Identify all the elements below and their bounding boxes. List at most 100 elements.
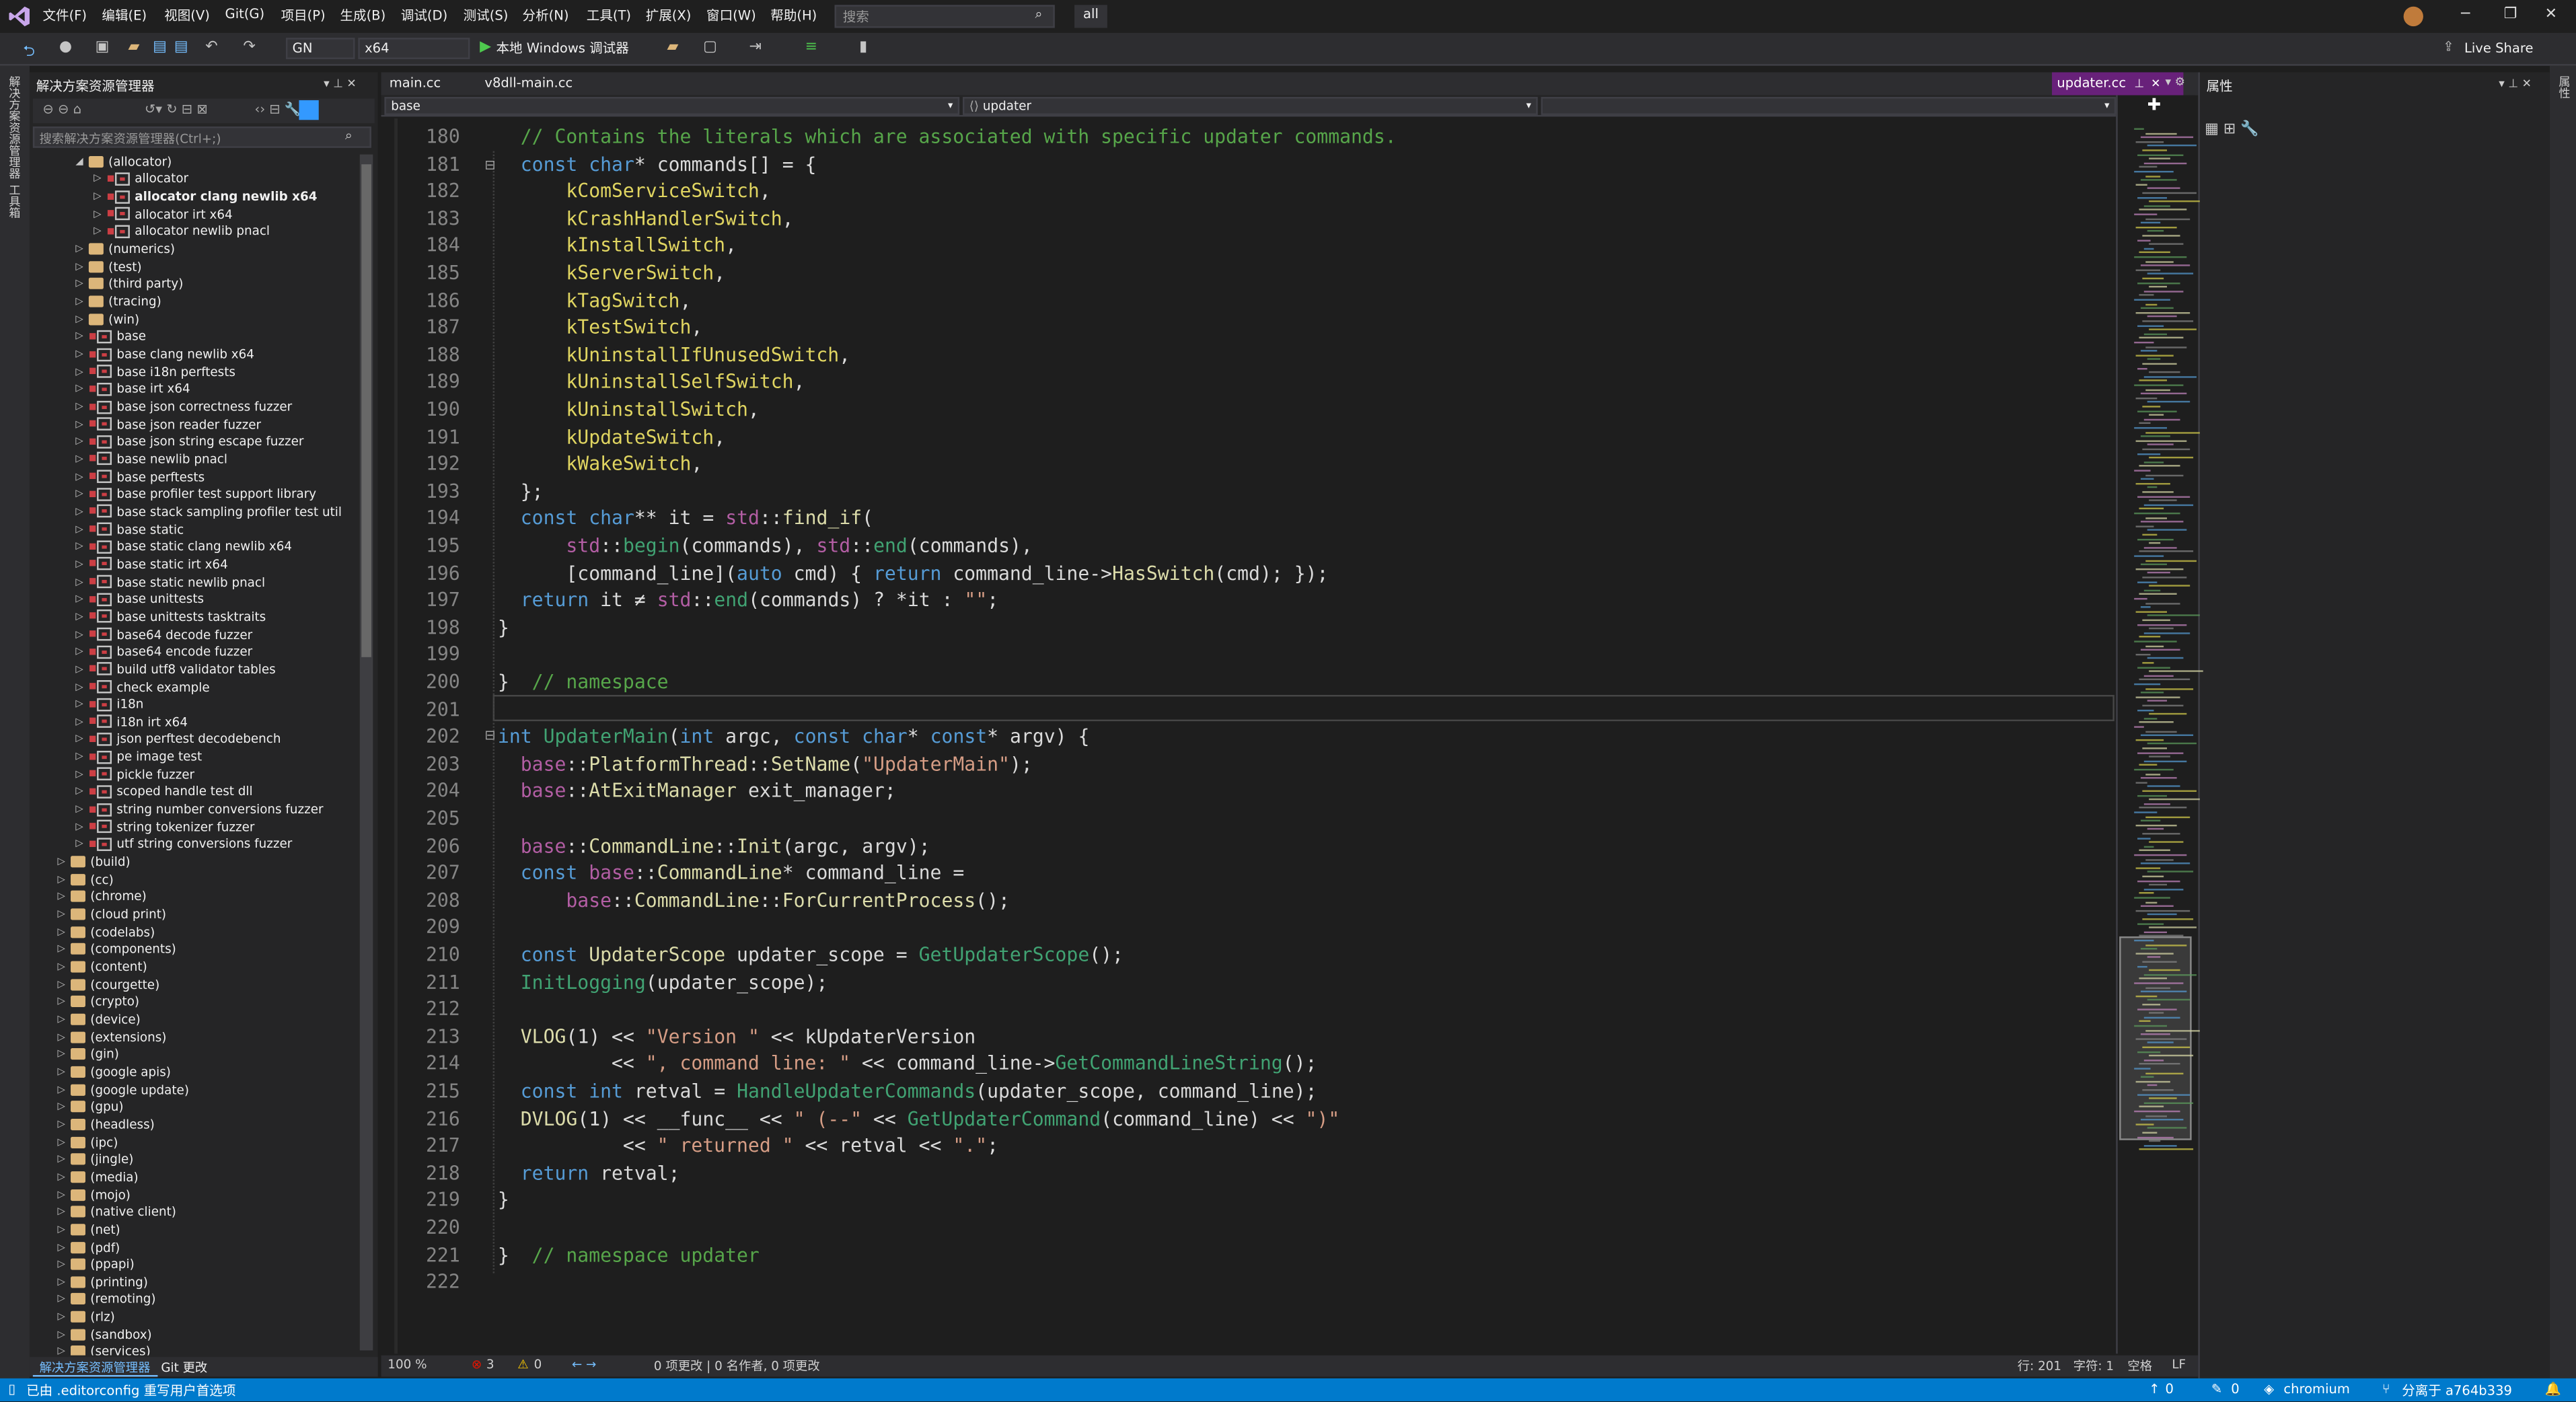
expand-arrow-icon[interactable]: ▷	[75, 681, 89, 692]
tab-git-changes[interactable]: Git 更改	[155, 1357, 214, 1376]
tree-item[interactable]: ◢ (allocator)	[33, 153, 359, 170]
menu-item[interactable]: 测试(S)	[464, 7, 509, 26]
code-line[interactable]: } // namespace updater	[498, 1243, 760, 1266]
tree-item[interactable]: ▷ ■ allocator	[33, 170, 359, 188]
tree-item[interactable]: ▷ ■ base	[33, 328, 359, 345]
code-line[interactable]: }	[498, 1189, 509, 1212]
code-line[interactable]: kTagSwitch,	[498, 289, 691, 311]
code-line[interactable]: kUninstallSelfSwitch,	[498, 370, 805, 393]
expand-arrow-icon[interactable]: ▷	[75, 716, 89, 727]
redo-icon[interactable]: ↷	[243, 40, 255, 56]
menu-item[interactable]: 文件(F)	[42, 7, 87, 26]
code-line[interactable]: const char* commands[] = {	[498, 152, 817, 175]
column-indicator[interactable]: 字符: 1	[2073, 1357, 2114, 1375]
step-icon[interactable]: ⇥	[749, 40, 762, 56]
expand-arrow-icon[interactable]: ▷	[75, 611, 89, 622]
pencil-icon[interactable]: ✎	[2211, 1382, 2222, 1397]
tree-item[interactable]: ▷ (courgette)	[33, 975, 359, 993]
menu-item[interactable]: Git(G)	[225, 7, 265, 26]
tree-item[interactable]: ▷ (extensions)	[33, 1028, 359, 1045]
tree-item[interactable]: ▷ (net)	[33, 1220, 359, 1238]
tree-item[interactable]: ▷ ■ i18n	[33, 696, 359, 713]
tree-item[interactable]: ▷ (rlz)	[33, 1308, 359, 1326]
code-line[interactable]: // Contains the literals which are assoc…	[498, 125, 1397, 148]
tree-item[interactable]: ▷ ■ base profiler test support library	[33, 486, 359, 503]
spaces-indicator[interactable]: 空格	[2127, 1357, 2152, 1375]
expand-arrow-icon[interactable]: ▷	[75, 751, 89, 762]
expand-arrow-icon[interactable]: ▷	[57, 1014, 71, 1025]
expand-arrow-icon[interactable]: ▷	[75, 401, 89, 412]
code-line[interactable]: kServerSwitch,	[498, 261, 725, 284]
tree-item[interactable]: ▷ ■ base64 encode fuzzer	[33, 643, 359, 661]
menu-item[interactable]: 扩展(X)	[646, 7, 692, 26]
tree-item[interactable]: ▷ ■ base static irt x64	[33, 556, 359, 573]
expand-arrow-icon[interactable]: ▷	[75, 506, 89, 517]
project-nav-select[interactable]: base ▾	[384, 97, 960, 115]
code-line[interactable]: kUpdateSwitch,	[498, 425, 725, 447]
expand-arrow-icon[interactable]: ▷	[75, 733, 89, 745]
expand-arrow-icon[interactable]: ▷	[57, 1241, 71, 1253]
code-line[interactable]: DVLOG(1) << __func__ << " (--" << GetUpd…	[498, 1107, 1340, 1130]
changes-summary[interactable]: 0 项更改 | 0 名作者, 0 项更改	[654, 1357, 820, 1375]
push-icon[interactable]: ↑	[2149, 1382, 2160, 1397]
expand-arrow-icon[interactable]: ▷	[75, 366, 89, 377]
expand-arrow-icon[interactable]: ▷	[75, 803, 89, 815]
tree-item[interactable]: ▷ ■ base stack sampling profiler test util	[33, 503, 359, 521]
folder-icon[interactable]: ▰	[667, 40, 678, 56]
code-line[interactable]: kUninstallIfUnusedSwitch,	[498, 343, 850, 366]
tree-item[interactable]: ▷ (test)	[33, 258, 359, 275]
code-line[interactable]: << " returned " << retval << ".";	[498, 1134, 998, 1156]
code-line[interactable]: kTestSwitch,	[498, 316, 702, 338]
configuration-select[interactable]: GN	[285, 38, 355, 59]
close-icon[interactable]: ✕	[2545, 7, 2557, 23]
tree-item[interactable]: ▷ (gin)	[33, 1045, 359, 1063]
tree-item[interactable]: ▷ ■ string number conversions fuzzer	[33, 801, 359, 818]
screenshot-icon[interactable]: ▢	[703, 40, 717, 56]
menu-item[interactable]: 视图(V)	[164, 7, 210, 26]
tree-item[interactable]: ▷ ■ base64 decode fuzzer	[33, 626, 359, 643]
properties-side-tab[interactable]: 属性	[2556, 75, 2573, 98]
tree-item[interactable]: ▷ ■ pe image test	[33, 748, 359, 766]
code-line[interactable]: int UpdaterMain(int argc, const char* co…	[498, 725, 1090, 747]
tree-item[interactable]: ▷ (device)	[33, 1010, 359, 1028]
code-line[interactable]: kWakeSwitch,	[498, 452, 702, 475]
tree-item[interactable]: ▷ (win)	[33, 310, 359, 328]
push-count[interactable]: 0	[2166, 1382, 2174, 1397]
code-line[interactable]: base::AtExitManager exit_manager;	[498, 779, 896, 802]
open-folder-icon[interactable]: ▰	[128, 40, 139, 56]
search-input[interactable]: 搜索	[834, 5, 1055, 28]
expand-arrow-icon[interactable]: ▷	[75, 663, 89, 675]
tree-item[interactable]: ▷ (sandbox)	[33, 1326, 359, 1343]
tree-item[interactable]: ▷ ■ allocator irt x64	[33, 205, 359, 223]
tree-item[interactable]: ▷ ■ base unittests	[33, 591, 359, 608]
expand-arrow-icon[interactable]: ▷	[57, 1294, 71, 1305]
toolbox-side-tab[interactable]: 工具箱	[7, 184, 23, 219]
expand-arrow-icon[interactable]: ▷	[75, 261, 89, 272]
code-line[interactable]: << ", command line: " << command_line->G…	[498, 1052, 1317, 1075]
expand-arrow-icon[interactable]: ▷	[75, 838, 89, 850]
forward-icon[interactable]: ●	[59, 40, 72, 56]
tree-item[interactable]: ▷ (crypto)	[33, 993, 359, 1010]
tree-item[interactable]: ▷ ■ json perftest decodebench	[33, 731, 359, 748]
panel-options-icon[interactable]: ▾ ⊥ ✕	[324, 77, 357, 91]
tree-item[interactable]: ▷ ■ base static newlib pnacl	[33, 573, 359, 591]
code-line[interactable]: }	[498, 616, 509, 638]
expand-arrow-icon[interactable]: ▷	[75, 244, 89, 255]
expand-arrow-icon[interactable]: ▷	[57, 1031, 71, 1043]
tree-item[interactable]: ▷ (gpu)	[33, 1098, 359, 1115]
expand-arrow-icon[interactable]: ▷	[75, 821, 89, 832]
code-line[interactable]: InitLogging(updater_scope);	[498, 970, 828, 993]
platform-select[interactable]: x64	[358, 38, 470, 59]
code-line[interactable]: kInstallSwitch,	[498, 234, 737, 257]
tree-item[interactable]: ▷ (google apis)	[33, 1063, 359, 1080]
warning-count[interactable]: 0	[534, 1357, 542, 1372]
expand-arrow-icon[interactable]: ▷	[75, 296, 89, 307]
code-line[interactable]: const base::CommandLine* command_line =	[498, 861, 965, 884]
expand-arrow-icon[interactable]: ▷	[57, 1171, 71, 1183]
menu-item[interactable]: 窗口(W)	[706, 7, 756, 26]
expand-arrow-icon[interactable]: ▷	[75, 576, 89, 587]
tree-item[interactable]: ▷ ■ scoped handle test dll	[33, 783, 359, 801]
back-icon[interactable]: ⊖ ⊖ ⌂	[42, 102, 81, 116]
tree-item[interactable]: ▷ (native client)	[33, 1203, 359, 1220]
member-nav-select[interactable]: ▾	[1541, 97, 2117, 115]
